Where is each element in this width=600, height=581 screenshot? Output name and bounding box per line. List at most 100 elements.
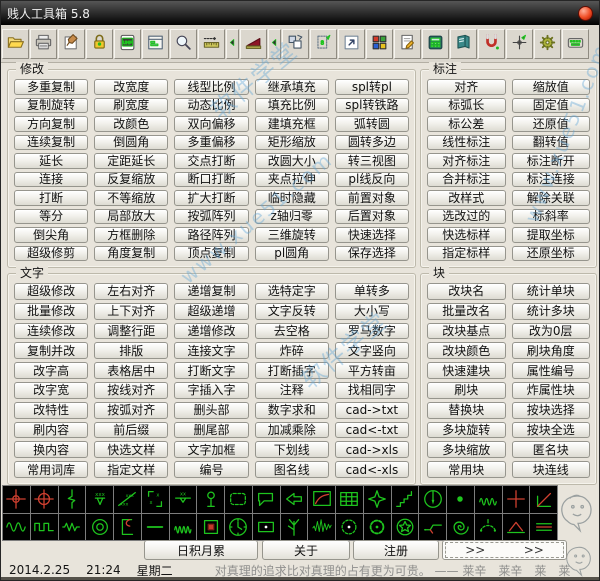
text-button[interactable]: cad->xls (335, 441, 409, 458)
modify-button[interactable]: 双向偏移 (174, 116, 248, 132)
sine-wave-icon[interactable] (3, 514, 30, 541)
dimension-button[interactable]: 线性标注 (427, 135, 506, 151)
modify-button[interactable]: 局部放大 (94, 209, 168, 225)
register-button[interactable]: 注册 (353, 540, 439, 560)
tool-magnifier-button[interactable] (170, 29, 197, 59)
dimension-button[interactable]: 标注连接 (512, 172, 591, 188)
text-button[interactable]: 指定文样 (94, 461, 168, 478)
daily-tips-button[interactable]: 日积月累 (144, 540, 258, 560)
text-button[interactable]: 大小写 (335, 303, 409, 320)
text-button[interactable]: 超级递增 (174, 303, 248, 320)
dimension-button[interactable]: 指定标样 (427, 246, 506, 262)
modify-button[interactable]: 多重偏移 (174, 135, 248, 151)
section-hook-icon[interactable] (114, 514, 141, 541)
tool-slope-button[interactable] (240, 29, 267, 59)
modify-button[interactable]: 定距延长 (94, 153, 168, 169)
modify-button[interactable]: spl转pl (335, 79, 409, 95)
weld-symbol-icon[interactable]: xxx (86, 486, 113, 513)
square-wave-icon[interactable] (31, 514, 58, 541)
modify-button[interactable]: 改颜色 (94, 116, 168, 132)
text-button[interactable]: 图名线 (255, 461, 329, 478)
modify-button[interactable]: 建填充框 (255, 116, 329, 132)
seismic-wave-icon[interactable] (308, 514, 335, 541)
tool-notebook-button[interactable] (450, 29, 477, 59)
text-button[interactable]: 改特性 (14, 402, 88, 419)
text-button[interactable]: 连接文字 (174, 342, 248, 359)
modify-button[interactable]: 按弧阵列 (174, 209, 248, 225)
dimension-button[interactable]: 对齐标注 (427, 153, 506, 169)
modify-button[interactable]: 打断 (14, 190, 88, 206)
text-button[interactable]: 刷内容 (14, 422, 88, 439)
modify-button[interactable]: 弧转圆 (335, 116, 409, 132)
text-button[interactable]: cad->txt (335, 402, 409, 419)
clock-icon[interactable] (225, 514, 252, 541)
modify-button[interactable]: 矩形缩放 (255, 135, 329, 151)
block-button[interactable]: 属性编号 (512, 362, 591, 379)
text-button[interactable]: 排版 (94, 342, 168, 359)
modify-button[interactable]: 倒尖角 (14, 227, 88, 243)
text-button[interactable]: 超级修改 (14, 283, 88, 300)
axis-cross-icon[interactable] (503, 486, 530, 513)
text-button[interactable]: 常用词库 (14, 461, 88, 478)
text-button[interactable]: 删头部 (174, 402, 248, 419)
block-button[interactable]: 多块旋转 (427, 422, 506, 439)
titlebar[interactable]: 贱人工具箱 5.8 (1, 1, 599, 25)
sprocket-icon[interactable] (364, 514, 391, 541)
text-button[interactable]: 炸碎 (255, 342, 329, 359)
modify-button[interactable]: 动态比例 (174, 98, 248, 114)
block-button[interactable]: 按块全选 (512, 422, 591, 439)
modify-button[interactable]: 连续复制 (14, 135, 88, 151)
modify-button[interactable]: 刷宽度 (94, 98, 168, 114)
modify-button[interactable]: 继承填充 (255, 79, 329, 95)
tool-calculator-button[interactable] (422, 29, 449, 59)
text-button[interactable]: 数字求和 (255, 402, 329, 419)
tool-gear-button[interactable] (534, 29, 561, 59)
stairs-icon[interactable] (392, 486, 419, 513)
modify-button[interactable]: 复制旋转 (14, 98, 88, 114)
modify-button[interactable]: 填充比例 (255, 98, 329, 114)
dimension-button[interactable]: 对齐 (427, 79, 506, 95)
text-button[interactable]: 复制并改 (14, 342, 88, 359)
sprocket-dotted-icon[interactable] (336, 514, 363, 541)
spring-coil-icon[interactable] (475, 486, 502, 513)
tool-move-copy-button[interactable] (282, 29, 309, 59)
text-button[interactable]: 选特定字 (255, 283, 329, 300)
table-grid-icon[interactable] (336, 486, 363, 513)
tool-snap-cross-button[interactable] (506, 29, 533, 59)
text-button[interactable]: cad<-xls (335, 461, 409, 478)
star-badge-icon[interactable] (392, 514, 419, 541)
modify-button[interactable]: 线型比例 (174, 79, 248, 95)
modify-button[interactable]: 圆转多边 (335, 135, 409, 151)
text-button[interactable]: 快选文样 (94, 441, 168, 458)
text-button[interactable]: 加减乘除 (255, 422, 329, 439)
text-button[interactable]: 批量修改 (14, 303, 88, 320)
dimension-button[interactable]: 还原坐标 (512, 246, 591, 262)
axis-crosshair-icon[interactable] (3, 486, 30, 513)
block-button[interactable]: 快速建块 (427, 362, 506, 379)
block-button[interactable]: 刷块角度 (512, 342, 591, 359)
dimension-button[interactable]: 快选标样 (427, 227, 506, 243)
ramp-angle-icon[interactable] (530, 486, 557, 513)
tool-ruler-button[interactable] (198, 29, 225, 59)
modify-button[interactable]: 三维旋转 (255, 227, 329, 243)
modify-button[interactable]: 连接 (14, 172, 88, 188)
peak-roof-icon[interactable] (503, 514, 530, 541)
dimension-button[interactable]: 改样式 (427, 190, 506, 206)
modify-button[interactable]: 断口打断 (174, 172, 248, 188)
step-datum-icon[interactable] (419, 514, 446, 541)
block-button[interactable]: 多块缩放 (427, 441, 506, 458)
text-button[interactable]: 去空格 (255, 323, 329, 340)
text-button[interactable]: 上下对齐 (94, 303, 168, 320)
modify-button[interactable]: 顶点复制 (174, 246, 248, 262)
tool-open-folder-button[interactable] (2, 29, 29, 59)
modify-button[interactable]: 方框删除 (94, 227, 168, 243)
block-button[interactable]: 改块颜色 (427, 342, 506, 359)
tool-form-window-button[interactable] (142, 29, 169, 59)
block-button[interactable]: 改块基点 (427, 323, 506, 340)
text-button[interactable]: 文字反转 (255, 303, 329, 320)
dimension-button[interactable]: 解除关联 (512, 190, 591, 206)
dash-line-icon[interactable] (142, 514, 169, 541)
center-dot-box-icon[interactable] (253, 514, 280, 541)
block-button[interactable]: 常用块 (427, 461, 506, 478)
text-button[interactable]: 单转多 (335, 283, 409, 300)
